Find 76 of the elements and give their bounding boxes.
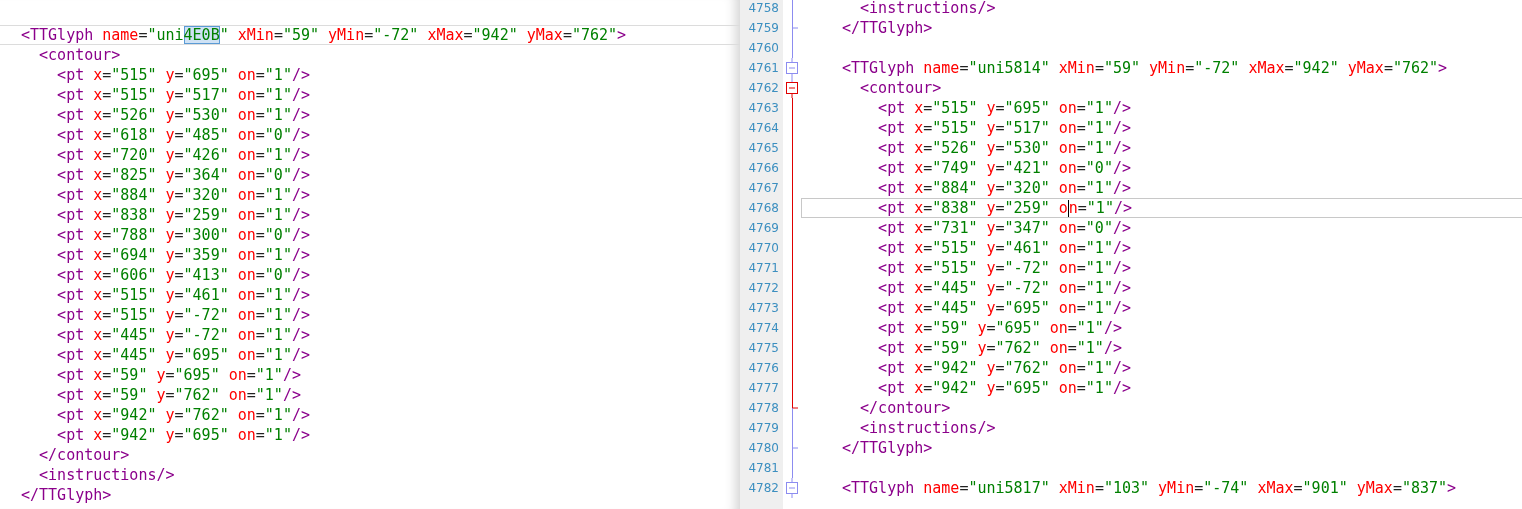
- line-number: 4763: [747, 100, 780, 117]
- code-line: <pt x="731" y="347" on="0"/>: [877, 218, 1132, 238]
- line-number: 4770: [747, 240, 780, 257]
- code-line: <pt x="838" y="259" on="1"/>: [801, 198, 1522, 218]
- line-number: 4768: [747, 200, 780, 217]
- code-line: <pt x="515" y="695" on="1"/>: [877, 98, 1132, 118]
- code-line: </TTGlyph>: [841, 18, 934, 38]
- code-line: <instructions/>: [859, 0, 997, 18]
- code-line: <pt x="942" y="762" on="1"/>: [877, 358, 1132, 378]
- code-line: <pt x="838" y="259" on="1"/>: [56, 205, 311, 225]
- code-line: <pt x="942" y="695" on="1"/>: [877, 378, 1132, 398]
- text-cursor: [1067, 200, 1069, 217]
- code-line: <contour>: [38, 45, 122, 65]
- code-line: <pt x="515" y="695" on="1"/>: [56, 65, 311, 85]
- code-line: <pt x="884" y="320" on="1"/>: [877, 178, 1132, 198]
- collapse-icon[interactable]: [786, 478, 798, 498]
- code-line: <pt x="618" y="485" on="0"/>: [56, 125, 311, 145]
- line-number: 4773: [747, 300, 780, 317]
- code-line: <TTGlyph name="uni5817" xMin="103" yMin="-74" xMax="901" yMax="837">: [841, 478, 1458, 498]
- code-line: <pt x="884" y="320" on="1"/>: [56, 185, 311, 205]
- code-line: <pt x="59" y="762" on="1"/>: [56, 385, 302, 405]
- line-number: 4769: [747, 220, 780, 237]
- code-line: </TTGlyph>: [841, 438, 934, 458]
- code-line: <pt x="606" y="413" on="0"/>: [56, 265, 311, 285]
- line-number: 4766: [747, 160, 780, 177]
- code-line: <pt x="694" y="359" on="1"/>: [56, 245, 311, 265]
- code-line: <pt x="720" y="426" on="1"/>: [56, 145, 311, 165]
- line-number: 4776: [747, 360, 780, 377]
- code-line: <pt x="445" y="-72" on="1"/>: [56, 325, 311, 345]
- collapse-icon[interactable]: [786, 58, 798, 78]
- line-number: 4781: [747, 460, 780, 477]
- code-line: <pt x="515" y="461" on="1"/>: [56, 285, 311, 305]
- line-number: 4760: [747, 40, 780, 57]
- code-line: <pt x="526" y="530" on="1"/>: [877, 138, 1132, 158]
- line-number: 4777: [747, 380, 780, 397]
- line-number: 4782: [747, 480, 780, 497]
- code-line: <pt x="825" y="364" on="0"/>: [56, 165, 311, 185]
- collapse-icon[interactable]: [786, 78, 798, 98]
- code-line: <pt x="526" y="530" on="1"/>: [56, 105, 311, 125]
- code-line: <pt x="515" y="517" on="1"/>: [877, 118, 1132, 138]
- line-number: 4762: [747, 80, 780, 97]
- line-number: 4759: [747, 20, 780, 37]
- code-line: <pt x="515" y="-72" on="1"/>: [877, 258, 1132, 278]
- code-line: <instructions/>: [38, 465, 176, 485]
- code-line: <contour>: [859, 78, 943, 98]
- line-number: 4775: [747, 340, 780, 357]
- code-line: <pt x="788" y="300" on="0"/>: [56, 225, 311, 245]
- code-line: <instructions/>: [859, 418, 997, 438]
- code-line: <pt x="445" y="-72" on="1"/>: [877, 278, 1132, 298]
- line-number: 4772: [747, 280, 780, 297]
- code-line: <pt x="59" y="762" on="1"/>: [877, 338, 1123, 358]
- code-line: <pt x="749" y="421" on="0"/>: [877, 158, 1132, 178]
- code-line: <pt x="515" y="517" on="1"/>: [56, 85, 311, 105]
- code-line: <TTGlyph name="uni4E0B" xMin="59" yMin="-72" xMax="942" yMax="762">: [0, 25, 740, 45]
- code-line: <TTGlyph name="uni5814" xMin="59" yMin="-72" xMax="942" yMax="762">: [841, 58, 1449, 78]
- line-number: 4771: [747, 260, 780, 277]
- code-line: <pt x="515" y="-72" on="1"/>: [56, 305, 311, 325]
- code-line: <pt x="942" y="695" on="1"/>: [56, 425, 311, 445]
- code-line: </TTGlyph>: [20, 485, 113, 505]
- code-line: <pt x="59" y="695" on="1"/>: [877, 318, 1123, 338]
- line-number: 4779: [747, 420, 780, 437]
- line-number: 4758: [747, 0, 780, 17]
- code-line: <pt x="942" y="762" on="1"/>: [56, 405, 311, 425]
- code-line: <pt x="59" y="695" on="1"/>: [56, 365, 302, 385]
- line-number: 4774: [747, 320, 780, 337]
- line-number: 4761: [747, 60, 780, 77]
- line-number: 4778: [747, 400, 780, 417]
- code-line: <pt x="515" y="461" on="1"/>: [877, 238, 1132, 258]
- line-number: 4780: [747, 440, 780, 457]
- code-line: <pt x="445" y="695" on="1"/>: [56, 345, 311, 365]
- line-number: 4764: [747, 120, 780, 137]
- code-line: </contour>: [859, 398, 952, 418]
- code-line: <pt x="445" y="695" on="1"/>: [877, 298, 1132, 318]
- code-line: </contour>: [38, 445, 131, 465]
- line-number: 4767: [747, 180, 780, 197]
- line-number: 4765: [747, 140, 780, 157]
